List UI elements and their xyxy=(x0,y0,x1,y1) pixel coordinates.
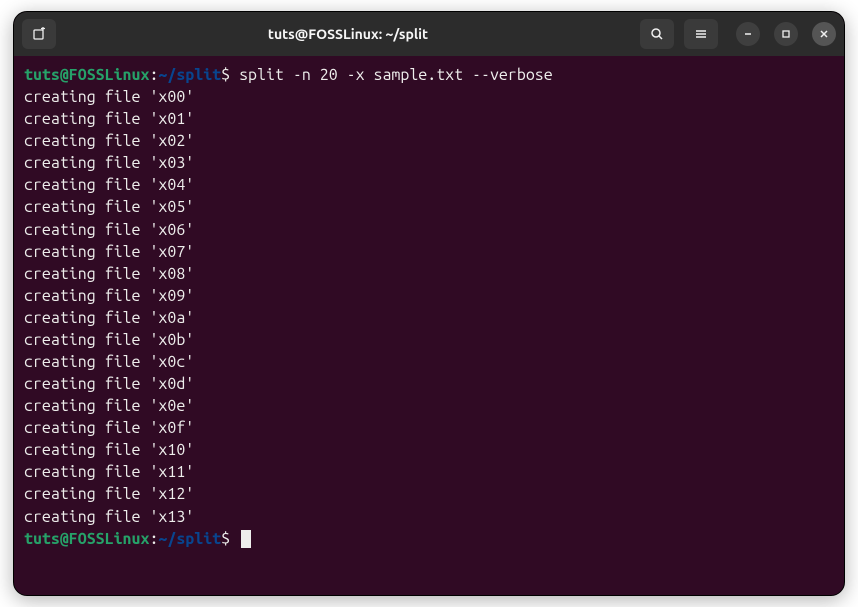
command-text: split -n 20 -x sample.txt --verbose xyxy=(239,66,553,84)
output-line: creating file 'x08' xyxy=(24,263,834,285)
output-line: creating file 'x0d' xyxy=(24,373,834,395)
output-line: creating file 'x02' xyxy=(24,130,834,152)
minimize-button[interactable] xyxy=(736,22,760,46)
window-title: tuts@FOSSLinux: ~/split xyxy=(56,26,640,42)
output-line: creating file 'x10' xyxy=(24,439,834,461)
cursor xyxy=(241,530,251,548)
output-line: creating file 'x13' xyxy=(24,506,834,528)
output-line: creating file 'x03' xyxy=(24,152,834,174)
output-container: creating file 'x00'creating file 'x01'cr… xyxy=(24,86,834,528)
prompt-symbol: $ xyxy=(221,530,230,548)
prompt-user: tuts@FOSSLinux xyxy=(24,530,149,548)
output-line: creating file 'x04' xyxy=(24,174,834,196)
search-button[interactable] xyxy=(640,19,674,49)
maximize-button[interactable] xyxy=(774,22,798,46)
prompt-path: ~/split xyxy=(158,66,221,84)
command-line: tuts@FOSSLinux:~/split$ split -n 20 -x s… xyxy=(24,64,834,86)
output-line: creating file 'x0b' xyxy=(24,329,834,351)
output-line: creating file 'x0a' xyxy=(24,307,834,329)
output-line: creating file 'x05' xyxy=(24,196,834,218)
terminal-window: tuts@FOSSLinux: ~/split xyxy=(13,11,845,596)
output-line: creating file 'x0e' xyxy=(24,395,834,417)
output-line: creating file 'x07' xyxy=(24,241,834,263)
output-line: creating file 'x06' xyxy=(24,219,834,241)
new-tab-button[interactable] xyxy=(22,19,56,49)
output-line: creating file 'x12' xyxy=(24,483,834,505)
prompt-path: ~/split xyxy=(158,530,221,548)
output-line: creating file 'x09' xyxy=(24,285,834,307)
prompt-user: tuts@FOSSLinux xyxy=(24,66,149,84)
prompt-line: tuts@FOSSLinux:~/split$ xyxy=(24,528,834,550)
output-line: creating file 'x00' xyxy=(24,86,834,108)
prompt-symbol: $ xyxy=(221,66,230,84)
terminal-body[interactable]: tuts@FOSSLinux:~/split$ split -n 20 -x s… xyxy=(14,56,844,595)
close-button[interactable] xyxy=(812,22,836,46)
output-line: creating file 'x0c' xyxy=(24,351,834,373)
output-line: creating file 'x11' xyxy=(24,461,834,483)
titlebar: tuts@FOSSLinux: ~/split xyxy=(14,12,844,56)
output-line: creating file 'x01' xyxy=(24,108,834,130)
menu-button[interactable] xyxy=(684,19,718,49)
output-line: creating file 'x0f' xyxy=(24,417,834,439)
